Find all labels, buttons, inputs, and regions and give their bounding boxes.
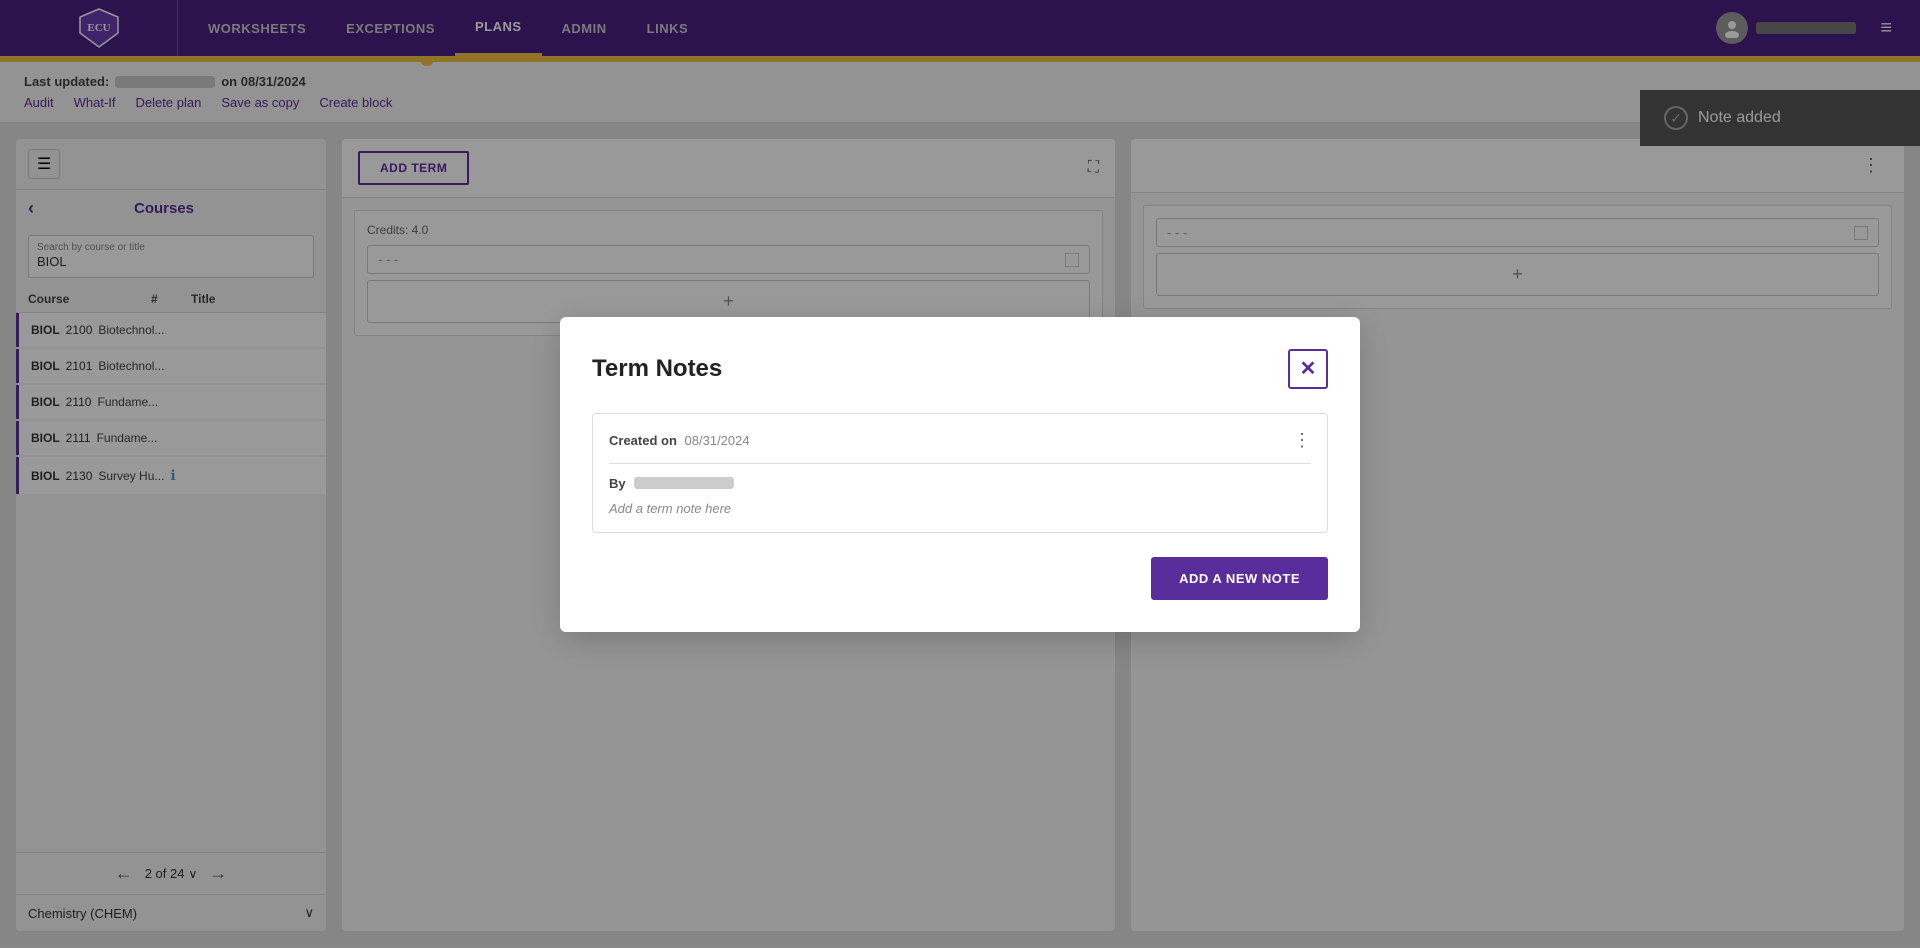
note-card: Created on 08/31/2024 ⋮ By Add a term no… [592, 413, 1328, 533]
created-label: Created on [609, 433, 677, 448]
note-options-btn[interactable]: ⋮ [1293, 430, 1311, 451]
modal-footer: ADD A NEW NOTE [592, 557, 1328, 600]
note-by-row: By [609, 476, 1311, 491]
note-divider [609, 463, 1311, 464]
modal-title: Term Notes [592, 355, 722, 383]
note-card-header: Created on 08/31/2024 ⋮ [609, 430, 1311, 451]
note-author-placeholder [634, 477, 734, 489]
term-notes-modal: Term Notes ✕ Created on 08/31/2024 ⋮ By … [560, 317, 1360, 632]
created-date: 08/31/2024 [685, 433, 750, 448]
by-label: By [609, 476, 626, 491]
modal-overlay[interactable]: Term Notes ✕ Created on 08/31/2024 ⋮ By … [0, 0, 1920, 948]
note-created: Created on 08/31/2024 [609, 433, 750, 448]
add-new-note-btn[interactable]: ADD A NEW NOTE [1151, 557, 1328, 600]
note-text: Add a term note here [609, 501, 1311, 516]
modal-close-btn[interactable]: ✕ [1288, 349, 1328, 389]
modal-header: Term Notes ✕ [592, 349, 1328, 389]
